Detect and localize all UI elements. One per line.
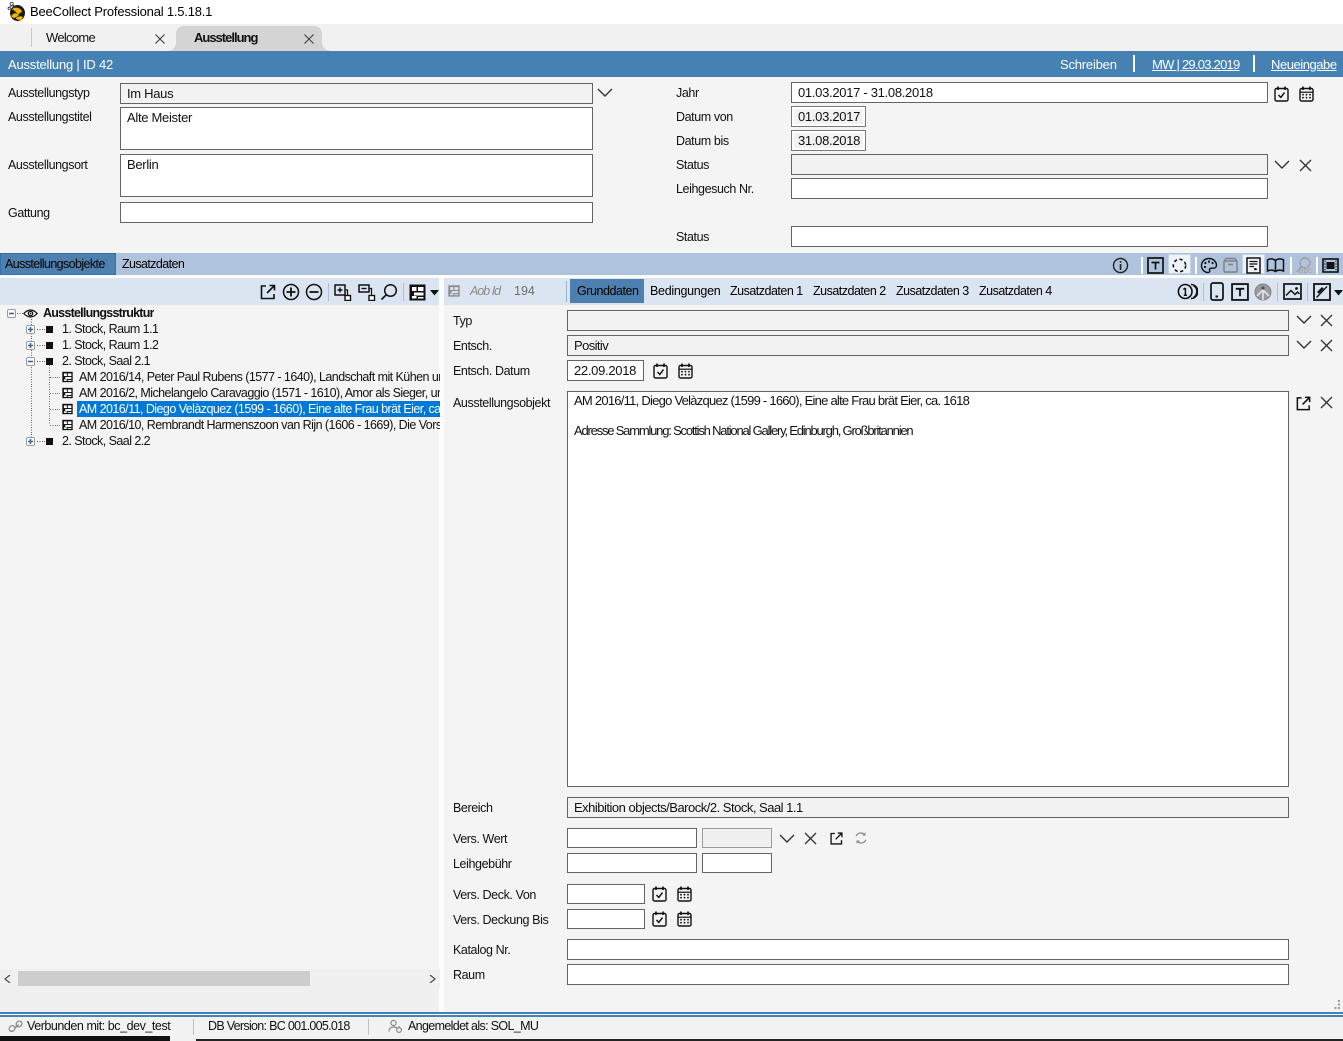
svg-text:abc: abc xyxy=(1299,266,1312,275)
